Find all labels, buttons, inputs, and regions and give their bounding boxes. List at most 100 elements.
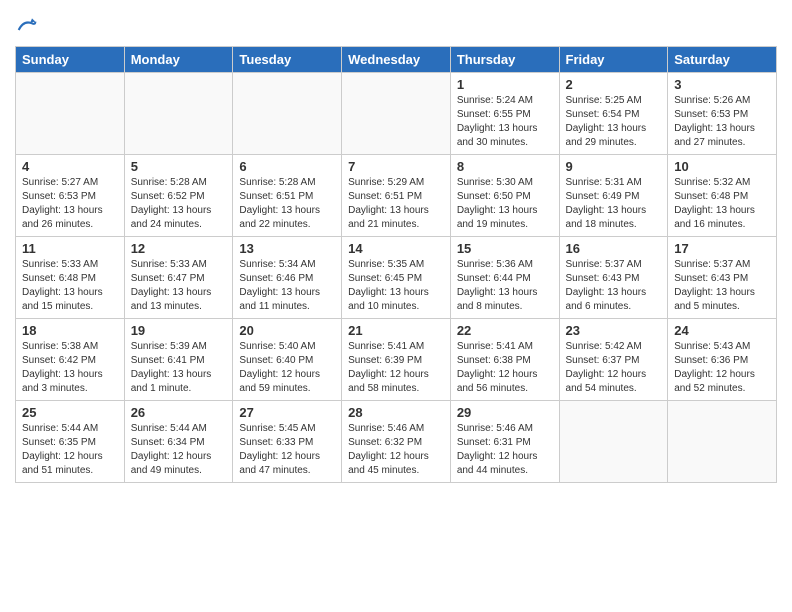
calendar-cell: 10Sunrise: 5:32 AM Sunset: 6:48 PM Dayli… [668, 155, 777, 237]
calendar-cell: 16 Sunrise: 5:37 AM Sunset: 6:43 PM Dayli… [559, 237, 668, 319]
day-info: Sunrise: 5:33 AM Sunset: 6:47 PM Dayligh… [131, 258, 227, 314]
day-info: Sunrise: 5:41 AM Sunset: 6:39 PM Dayligh… [348, 340, 444, 396]
week-row-4: 18 Sunrise: 5:38 AM Sunset: 6:42 PM Dayli… [16, 319, 777, 401]
day-info: Sunrise: 5:33 AM Sunset: 6:48 PM Dayligh… [22, 258, 118, 314]
day-number: 29 [457, 405, 553, 420]
day-number: 14 [348, 241, 444, 256]
calendar-table: SundayMondayTuesdayWednesdayThursdayFrid… [15, 46, 777, 483]
calendar-cell: 1 Sunrise: 5:24 AM Sunset: 6:55 PM Daylig… [450, 73, 559, 155]
day-info: Sunrise: 5:32 AM Sunset: 6:48 PM Dayligh… [674, 176, 770, 232]
day-number: 17 [674, 241, 770, 256]
day-number: 25 [22, 405, 118, 420]
calendar-cell [668, 401, 777, 483]
calendar-cell [124, 73, 233, 155]
day-info: Sunrise: 5:44 AM Sunset: 6:34 PM Dayligh… [131, 422, 227, 478]
day-info: Sunrise: 5:28 AM Sunset: 6:51 PM Dayligh… [239, 176, 335, 232]
calendar-cell: 9 Sunrise: 5:31 AM Sunset: 6:49 PM Daylig… [559, 155, 668, 237]
day-number: 24 [674, 323, 770, 338]
calendar-cell [559, 401, 668, 483]
week-row-3: 11Sunrise: 5:33 AM Sunset: 6:48 PM Dayli… [16, 237, 777, 319]
calendar-cell: 17 Sunrise: 5:37 AM Sunset: 6:43 PM Dayli… [668, 237, 777, 319]
calendar-cell: 23 Sunrise: 5:42 AM Sunset: 6:37 PM Dayli… [559, 319, 668, 401]
calendar-cell: 27 Sunrise: 5:45 AM Sunset: 6:33 PM Dayli… [233, 401, 342, 483]
calendar-cell: 22Sunrise: 5:41 AM Sunset: 6:38 PM Dayli… [450, 319, 559, 401]
day-info: Sunrise: 5:38 AM Sunset: 6:42 PM Dayligh… [22, 340, 118, 396]
day-number: 1 [457, 77, 553, 92]
column-header-tuesday: Tuesday [233, 47, 342, 73]
calendar-body: 1 Sunrise: 5:24 AM Sunset: 6:55 PM Daylig… [16, 73, 777, 483]
calendar-cell: 29 Sunrise: 5:46 AM Sunset: 6:31 PM Dayli… [450, 401, 559, 483]
day-info: Sunrise: 5:46 AM Sunset: 6:31 PM Dayligh… [457, 422, 553, 478]
calendar-header-row: SundayMondayTuesdayWednesdayThursdayFrid… [16, 47, 777, 73]
day-info: Sunrise: 5:27 AM Sunset: 6:53 PM Dayligh… [22, 176, 118, 232]
day-number: 27 [239, 405, 335, 420]
calendar-cell: 6 Sunrise: 5:28 AM Sunset: 6:51 PM Daylig… [233, 155, 342, 237]
day-info: Sunrise: 5:31 AM Sunset: 6:49 PM Dayligh… [566, 176, 662, 232]
day-number: 22 [457, 323, 553, 338]
day-number: 4 [22, 159, 118, 174]
day-number: 20 [239, 323, 335, 338]
column-header-friday: Friday [559, 47, 668, 73]
day-info: Sunrise: 5:42 AM Sunset: 6:37 PM Dayligh… [566, 340, 662, 396]
day-number: 8 [457, 159, 553, 174]
calendar-cell [342, 73, 451, 155]
day-info: Sunrise: 5:28 AM Sunset: 6:52 PM Dayligh… [131, 176, 227, 232]
calendar-cell: 7Sunrise: 5:29 AM Sunset: 6:51 PM Daylig… [342, 155, 451, 237]
calendar-cell: 25 Sunrise: 5:44 AM Sunset: 6:35 PM Dayli… [16, 401, 125, 483]
day-number: 21 [348, 323, 444, 338]
calendar-cell: 8 Sunrise: 5:30 AM Sunset: 6:50 PM Daylig… [450, 155, 559, 237]
calendar-cell: 21 Sunrise: 5:41 AM Sunset: 6:39 PM Dayli… [342, 319, 451, 401]
day-number: 6 [239, 159, 335, 174]
day-info: Sunrise: 5:36 AM Sunset: 6:44 PM Dayligh… [457, 258, 553, 314]
day-info: Sunrise: 5:44 AM Sunset: 6:35 PM Dayligh… [22, 422, 118, 478]
day-number: 28 [348, 405, 444, 420]
day-info: Sunrise: 5:46 AM Sunset: 6:32 PM Dayligh… [348, 422, 444, 478]
day-info: Sunrise: 5:24 AM Sunset: 6:55 PM Dayligh… [457, 94, 553, 150]
calendar-cell: 14 Sunrise: 5:35 AM Sunset: 6:45 PM Dayli… [342, 237, 451, 319]
calendar-cell [233, 73, 342, 155]
calendar-cell: 11Sunrise: 5:33 AM Sunset: 6:48 PM Dayli… [16, 237, 125, 319]
calendar-cell: 2 Sunrise: 5:25 AM Sunset: 6:54 PM Daylig… [559, 73, 668, 155]
calendar-cell: 3 Sunrise: 5:26 AM Sunset: 6:53 PM Daylig… [668, 73, 777, 155]
day-number: 13 [239, 241, 335, 256]
column-header-wednesday: Wednesday [342, 47, 451, 73]
day-info: Sunrise: 5:26 AM Sunset: 6:53 PM Dayligh… [674, 94, 770, 150]
day-number: 23 [566, 323, 662, 338]
logo-icon [17, 15, 37, 35]
day-info: Sunrise: 5:43 AM Sunset: 6:36 PM Dayligh… [674, 340, 770, 396]
column-header-thursday: Thursday [450, 47, 559, 73]
calendar-cell: 12 Sunrise: 5:33 AM Sunset: 6:47 PM Dayli… [124, 237, 233, 319]
day-number: 19 [131, 323, 227, 338]
day-number: 15 [457, 241, 553, 256]
calendar-cell: 19Sunrise: 5:39 AM Sunset: 6:41 PM Dayli… [124, 319, 233, 401]
calendar-cell: 5Sunrise: 5:28 AM Sunset: 6:52 PM Daylig… [124, 155, 233, 237]
day-number: 16 [566, 241, 662, 256]
calendar-cell: 24 Sunrise: 5:43 AM Sunset: 6:36 PM Dayli… [668, 319, 777, 401]
day-number: 12 [131, 241, 227, 256]
day-info: Sunrise: 5:37 AM Sunset: 6:43 PM Dayligh… [566, 258, 662, 314]
day-info: Sunrise: 5:29 AM Sunset: 6:51 PM Dayligh… [348, 176, 444, 232]
column-header-monday: Monday [124, 47, 233, 73]
calendar-cell: 4 Sunrise: 5:27 AM Sunset: 6:53 PM Daylig… [16, 155, 125, 237]
day-number: 26 [131, 405, 227, 420]
day-number: 9 [566, 159, 662, 174]
column-header-sunday: Sunday [16, 47, 125, 73]
day-info: Sunrise: 5:45 AM Sunset: 6:33 PM Dayligh… [239, 422, 335, 478]
day-info: Sunrise: 5:37 AM Sunset: 6:43 PM Dayligh… [674, 258, 770, 314]
day-number: 2 [566, 77, 662, 92]
day-info: Sunrise: 5:40 AM Sunset: 6:40 PM Dayligh… [239, 340, 335, 396]
day-info: Sunrise: 5:34 AM Sunset: 6:46 PM Dayligh… [239, 258, 335, 314]
day-number: 3 [674, 77, 770, 92]
calendar-cell: 20 Sunrise: 5:40 AM Sunset: 6:40 PM Dayli… [233, 319, 342, 401]
day-info: Sunrise: 5:25 AM Sunset: 6:54 PM Dayligh… [566, 94, 662, 150]
week-row-2: 4 Sunrise: 5:27 AM Sunset: 6:53 PM Daylig… [16, 155, 777, 237]
logo [15, 15, 37, 40]
day-info: Sunrise: 5:35 AM Sunset: 6:45 PM Dayligh… [348, 258, 444, 314]
calendar-cell: 15 Sunrise: 5:36 AM Sunset: 6:44 PM Dayli… [450, 237, 559, 319]
day-number: 18 [22, 323, 118, 338]
calendar-cell: 13 Sunrise: 5:34 AM Sunset: 6:46 PM Dayli… [233, 237, 342, 319]
page-header [15, 10, 777, 40]
day-info: Sunrise: 5:30 AM Sunset: 6:50 PM Dayligh… [457, 176, 553, 232]
week-row-5: 25 Sunrise: 5:44 AM Sunset: 6:35 PM Dayli… [16, 401, 777, 483]
column-header-saturday: Saturday [668, 47, 777, 73]
